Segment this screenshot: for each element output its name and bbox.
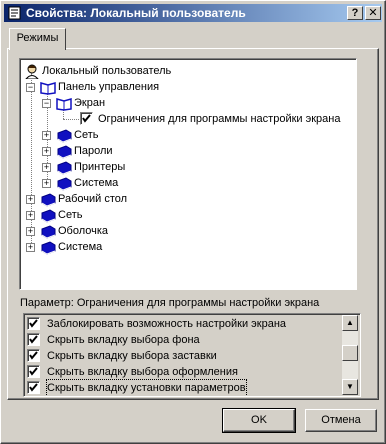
expand-icon[interactable]: + [26, 195, 35, 204]
tree-item-label: Оболочка [58, 225, 109, 237]
expand-icon[interactable]: + [42, 163, 51, 172]
tree-item-label: Система [74, 177, 119, 189]
parameter-item-label: Заблокировать возможность настройки экра… [47, 318, 287, 330]
tree-item-label: Сеть [74, 129, 99, 141]
checkbox[interactable] [27, 333, 40, 346]
expand-icon[interactable]: + [42, 131, 51, 140]
window-title: Свойства: Локальный пользователь [26, 6, 246, 20]
scroll-up-arrow-icon[interactable]: ▲ [342, 315, 358, 331]
book-icon [56, 143, 72, 159]
checkbox[interactable] [80, 112, 93, 125]
tree-item-screen-restrictions[interactable]: Ограничения для программы настройки экра… [80, 111, 356, 127]
properties-dialog: Свойства: Локальный пользователь ? ✕ Реж… [0, 0, 386, 444]
tree-item-label: Принтеры [74, 161, 126, 173]
user-icon [24, 63, 40, 80]
tree-item-network-root[interactable]: + Сеть [24, 207, 164, 223]
policy-tree[interactable]: Локальный пользователь − Панель управлен… [19, 58, 357, 290]
checkbox[interactable] [27, 317, 40, 330]
scroll-down-arrow-icon[interactable]: ▼ [342, 379, 358, 395]
collapse-icon[interactable]: − [26, 83, 35, 92]
vertical-scrollbar[interactable]: ▲ ▼ [342, 315, 358, 395]
expand-icon[interactable]: + [42, 179, 51, 188]
tree-line [63, 119, 79, 120]
book-icon [40, 207, 56, 223]
parameter-item-label: Скрыть вкладку установки параметров [46, 379, 247, 396]
checkbox[interactable] [27, 349, 40, 362]
checkbox[interactable] [27, 365, 40, 378]
tree-item-passwords[interactable]: + Пароли [40, 143, 160, 159]
tree-item-printers[interactable]: + Принтеры [40, 159, 160, 175]
tree-item-desktop[interactable]: + Рабочий стол [24, 191, 164, 207]
help-button[interactable]: ? [347, 6, 363, 20]
expand-icon[interactable]: + [26, 211, 35, 220]
book-icon [56, 159, 72, 175]
tree-item-label: Пароли [74, 145, 113, 157]
open-book-icon [40, 79, 56, 95]
checkbox[interactable] [27, 381, 40, 394]
tree-item-label: Панель управления [58, 81, 160, 93]
tab-modes[interactable]: Режимы [9, 28, 66, 50]
expand-icon[interactable]: + [42, 147, 51, 156]
tree-item-shell[interactable]: + Оболочка [24, 223, 164, 239]
tree-item-label: Ограничения для программы настройки экра… [98, 113, 341, 125]
expand-icon[interactable]: + [26, 227, 35, 236]
parameter-item-label: Скрыть вкладку выбора оформления [47, 366, 238, 378]
tree-item-label: Система [58, 241, 103, 253]
expand-icon[interactable]: + [26, 243, 35, 252]
collapse-icon[interactable]: − [42, 99, 51, 108]
cancel-button[interactable]: Отмена [305, 409, 377, 432]
tree-item-label: Сеть [58, 209, 83, 221]
book-icon [40, 191, 56, 207]
scroll-thumb[interactable] [342, 345, 358, 361]
parameter-label: Параметр: Ограничения для программы наст… [20, 297, 320, 309]
book-icon [56, 127, 72, 143]
parameter-list[interactable]: Заблокировать возможность настройки экра… [23, 313, 361, 397]
tree-item-network[interactable]: + Сеть [40, 127, 160, 143]
book-icon [40, 223, 56, 239]
policy-icon [7, 5, 23, 21]
tree-item-label: Локальный пользователь [42, 65, 172, 77]
book-icon [40, 239, 56, 255]
parameter-item-label: Скрыть вкладку выбора фона [47, 334, 200, 346]
tree-item-screen[interactable]: − Экран [40, 95, 240, 111]
tree-item-label: Рабочий стол [58, 193, 128, 205]
parameter-item-label: Скрыть вкладку выбора заставки [47, 350, 217, 362]
tree-item-label: Экран [74, 97, 106, 109]
tree-item-system[interactable]: + Система [40, 175, 160, 191]
title-bar[interactable]: Свойства: Локальный пользователь ? ✕ [4, 4, 382, 22]
close-button[interactable]: ✕ [365, 6, 381, 20]
open-book-icon [56, 95, 72, 111]
tree-item-control-panel[interactable]: − Панель управления [24, 79, 224, 95]
tree-item-system-root[interactable]: + Система [24, 239, 164, 255]
ok-button[interactable]: OK [222, 408, 296, 433]
book-icon [56, 175, 72, 191]
